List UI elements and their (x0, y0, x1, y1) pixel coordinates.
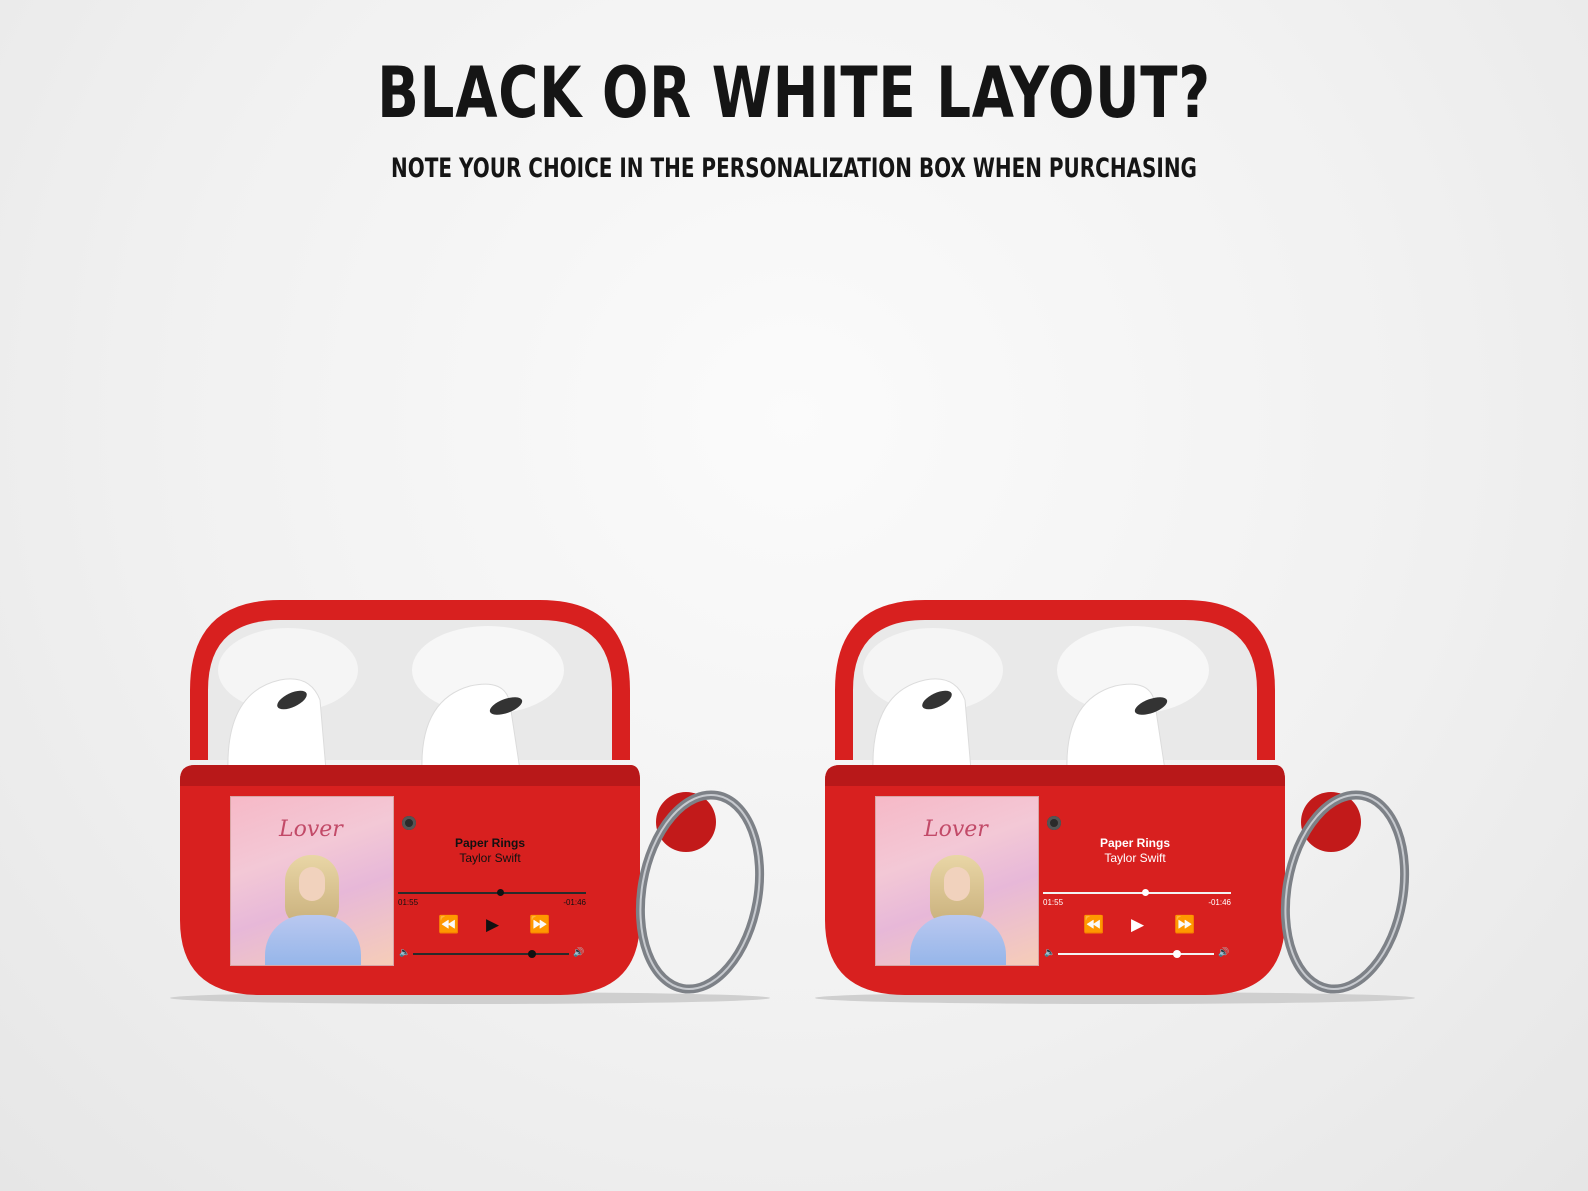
airpods-case-white-layout: Lover Paper Rings Taylor Swift 01:55 -01… (815, 600, 1435, 1020)
camera-dot-icon (402, 816, 416, 830)
volume-high-icon: 🔊 (1218, 947, 1230, 957)
album-art: Lover (875, 796, 1039, 966)
play-icon: ▶ (1131, 915, 1145, 934)
time-elapsed: 01:55 (398, 898, 419, 907)
song-title: Paper Rings (1099, 836, 1171, 850)
page-title: BLACK OR WHITE LAYOUT? (377, 52, 1211, 134)
time-elapsed: 01:55 (1043, 898, 1064, 907)
album-title: Lover (924, 817, 988, 842)
portrait-face (299, 867, 325, 901)
artist-name: Taylor Swift (1104, 851, 1166, 865)
time-remaining: -01:46 (1208, 898, 1231, 907)
artist-name: Taylor Swift (459, 851, 521, 865)
album-art: Lover (230, 796, 394, 966)
portrait-body (910, 915, 1006, 965)
fast-forward-icon: ⏩ (529, 915, 551, 934)
album-title: Lover (279, 817, 343, 842)
page-subtitle: NOTE YOUR CHOICE IN THE PERSONALIZATION … (391, 153, 1197, 184)
volume-knob (1172, 950, 1181, 958)
rewind-icon: ⏪ (438, 915, 460, 934)
progress-bar (398, 889, 586, 896)
volume-high-icon: 🔊 (573, 947, 585, 957)
time-remaining: -01:46 (563, 898, 586, 907)
play-icon: ▶ (486, 915, 500, 934)
portrait-face (944, 867, 970, 901)
progress-knob (1141, 889, 1149, 896)
rewind-icon: ⏪ (1083, 915, 1105, 934)
volume-low-icon: 🔈 (399, 947, 411, 957)
fast-forward-icon: ⏩ (1174, 915, 1196, 934)
volume-bar (1058, 950, 1214, 958)
camera-dot-icon (1047, 816, 1061, 830)
volume-bar (413, 950, 569, 958)
progress-knob (496, 889, 504, 896)
airpods-case-black-layout: Lover Paper Rings Taylor Swift 01:55 -01… (170, 600, 790, 1020)
progress-bar (1043, 889, 1231, 896)
volume-low-icon: 🔈 (1044, 947, 1056, 957)
song-title: Paper Rings (454, 836, 526, 850)
volume-knob (527, 950, 536, 958)
portrait-body (265, 915, 361, 965)
